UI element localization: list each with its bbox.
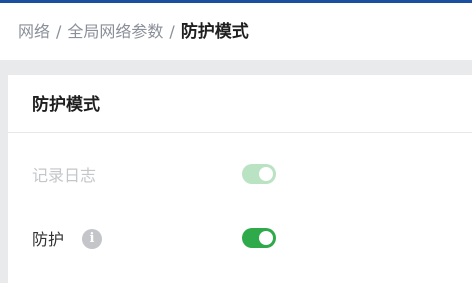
- setting-label-log: 记录日志: [32, 166, 97, 185]
- breadcrumb-separator: /: [56, 22, 62, 41]
- breadcrumb-separator: /: [169, 22, 175, 41]
- breadcrumb: 网络 / 全局网络参数 / 防护模式: [18, 21, 249, 43]
- card-title: 防护模式: [32, 95, 100, 115]
- breadcrumb-current: 防护模式: [180, 22, 249, 42]
- protection-toggle[interactable]: [242, 228, 276, 248]
- info-icon[interactable]: i: [82, 229, 102, 249]
- setting-label-protection: 防护: [32, 230, 65, 249]
- card-divider: [8, 132, 472, 133]
- setting-row-log: 记录日志: [32, 161, 462, 191]
- log-toggle[interactable]: [242, 164, 276, 184]
- breadcrumb-item-global-network-params[interactable]: 全局网络参数: [67, 22, 163, 41]
- breadcrumb-item-network[interactable]: 网络: [18, 22, 50, 41]
- setting-row-protection: 防护 i: [32, 225, 462, 255]
- toggle-knob: [259, 167, 273, 181]
- protection-mode-card: 防护模式 记录日志 防护 i: [8, 75, 472, 283]
- page-header: 网络 / 全局网络参数 / 防护模式: [0, 3, 472, 60]
- toggle-knob: [259, 231, 273, 245]
